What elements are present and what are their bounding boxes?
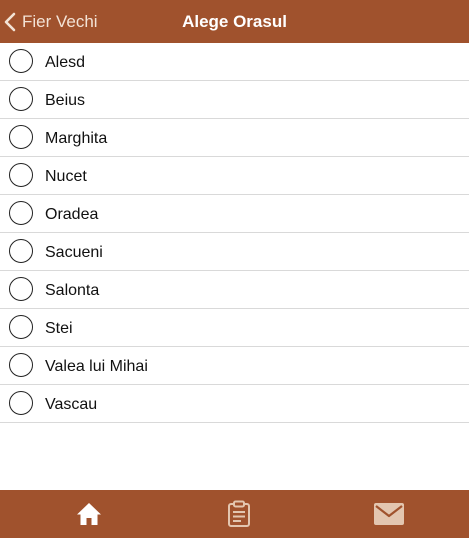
list-item-city[interactable]: Nucet [0,157,469,195]
city-label: Stei [45,320,73,337]
list-item-city[interactable]: Marghita [0,119,469,157]
radio-button[interactable] [9,87,33,111]
nav-bar: Fier Vechi Alege Orasul [0,0,469,43]
city-label: Oradea [45,206,99,223]
back-button[interactable]: Fier Vechi [4,0,98,43]
radio-button[interactable] [9,239,33,263]
radio-button[interactable] [9,201,33,225]
home-icon [76,501,102,527]
city-label: Salonta [45,282,100,299]
radio-button[interactable] [9,125,33,149]
list-item-city[interactable]: Alesd [0,43,469,81]
list-item-city[interactable]: Stei [0,309,469,347]
list-item-city[interactable]: Vascau [0,385,469,423]
tab-orders[interactable] [161,490,317,538]
tab-home[interactable] [11,490,167,538]
mail-icon [374,503,404,525]
city-label: Beius [45,92,86,109]
city-list: Alesd Beius Marghita Nucet Oradea Sacuen… [0,43,469,423]
radio-button[interactable] [9,391,33,415]
radio-button[interactable] [9,277,33,301]
radio-button[interactable] [9,353,33,377]
radio-button[interactable] [9,315,33,339]
city-label: Alesd [45,54,86,71]
list-item-city[interactable]: Sacueni [0,233,469,271]
city-label: Vascau [45,396,98,413]
radio-button[interactable] [9,163,33,187]
list-item-city[interactable]: Beius [0,81,469,119]
back-button-label: Fier Vechi [22,11,98,31]
city-label: Sacueni [45,244,103,261]
city-label: Valea lui Mihai [45,358,148,375]
chevron-left-icon [4,12,16,32]
city-label: Marghita [45,130,108,147]
tab-bar [0,490,469,538]
list-item-city[interactable]: Oradea [0,195,469,233]
city-label: Nucet [45,168,87,185]
radio-button[interactable] [9,49,33,73]
list-item-city[interactable]: Valea lui Mihai [0,347,469,385]
tab-contact[interactable] [311,490,467,538]
list-item-city[interactable]: Salonta [0,271,469,309]
clipboard-icon [227,500,251,528]
